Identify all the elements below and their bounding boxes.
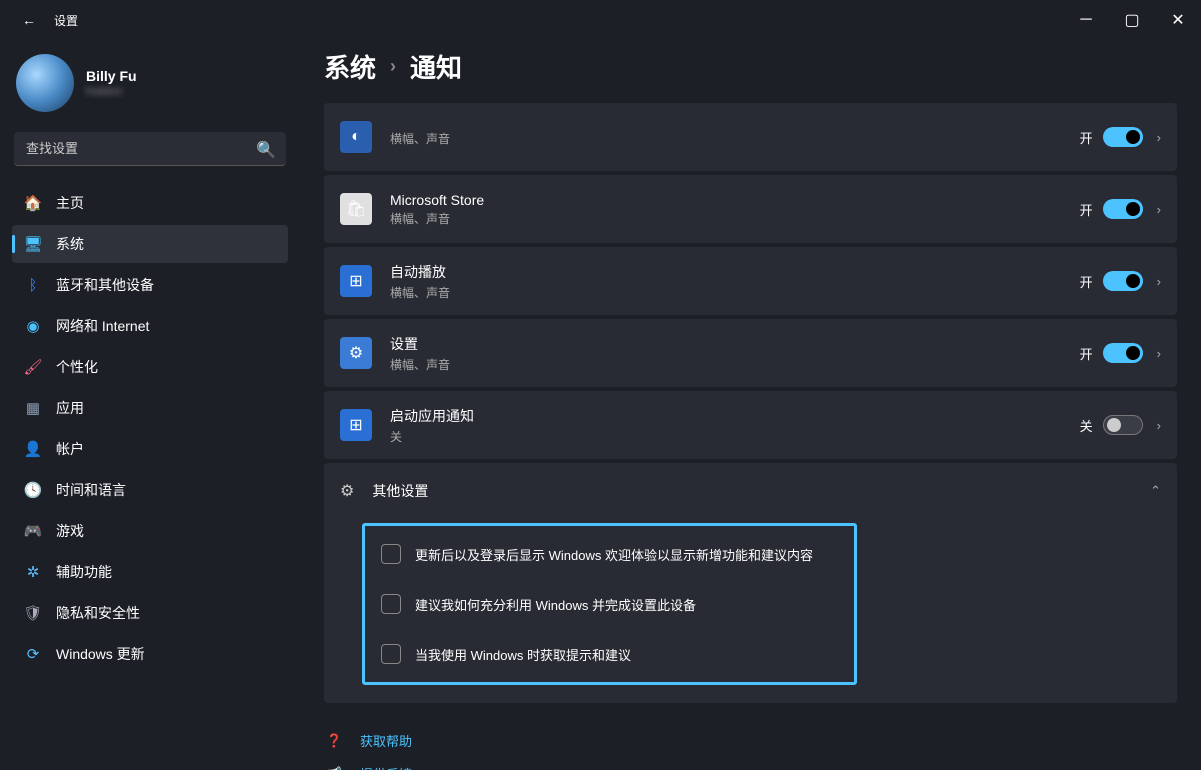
nav-label: 游戏 [56, 521, 84, 541]
app-row[interactable]: ◐ 横幅、声音 开 › [324, 103, 1177, 171]
app-row[interactable]: ⊞ 启动应用通知 关 关 › [324, 391, 1177, 459]
nav-icon: 🛡 [24, 604, 42, 622]
feedback-link[interactable]: 📢 提供反馈 [326, 764, 1177, 770]
checkbox[interactable] [381, 594, 401, 614]
chevron-right-icon[interactable]: › [1157, 274, 1161, 289]
nav-icon: 🏠 [24, 194, 42, 212]
nav-icon: ◉ [24, 317, 42, 335]
toggle-switch[interactable] [1103, 199, 1143, 219]
check-label: 更新后以及登录后显示 Windows 欢迎体验以显示新增功能和建议内容 [415, 545, 813, 564]
nav-icon: 🖥 [24, 235, 42, 253]
close-button[interactable]: ✕ [1155, 0, 1201, 40]
app-icon: ⚙ [340, 337, 372, 369]
sidebar-item-9[interactable]: ✲ 辅助功能 [12, 553, 288, 591]
sidebar-item-10[interactable]: 🛡 隐私和安全性 [12, 594, 288, 632]
sidebar-item-7[interactable]: 🕓 时间和语言 [12, 471, 288, 509]
check-label: 当我使用 Windows 时获取提示和建议 [415, 645, 631, 664]
check-label: 建议我如何充分利用 Windows 并完成设置此设备 [415, 595, 696, 614]
window-title: 设置 [54, 12, 78, 29]
app-title: Microsoft Store [390, 192, 1080, 208]
user-profile[interactable]: Billy Fu hidden [12, 48, 288, 128]
app-title: 启动应用通知 [390, 406, 1080, 426]
toggle-switch[interactable] [1103, 127, 1143, 147]
nav-icon: 👤 [24, 440, 42, 458]
chevron-right-icon[interactable]: › [1157, 346, 1161, 361]
help-icon: ❓ [326, 733, 346, 749]
app-title: 自动播放 [390, 262, 1080, 282]
maximize-button[interactable]: ▢ [1109, 0, 1155, 40]
sidebar-item-11[interactable]: ⟳ Windows 更新 [12, 635, 288, 673]
toggle-state: 关 [1080, 416, 1093, 435]
sidebar-item-6[interactable]: 👤 帐户 [12, 430, 288, 468]
nav-label: 个性化 [56, 357, 98, 377]
nav-label: 蓝牙和其他设备 [56, 275, 154, 295]
app-row[interactable]: ⊞ 自动播放 横幅、声音 开 › [324, 247, 1177, 315]
checkbox[interactable] [381, 644, 401, 664]
app-subtitle: 横幅、声音 [390, 356, 1080, 373]
breadcrumb-root[interactable]: 系统 [324, 48, 376, 85]
app-subtitle: 关 [390, 428, 1080, 445]
nav-label: 网络和 Internet [56, 316, 149, 336]
toggle-switch[interactable] [1103, 343, 1143, 363]
get-help-link[interactable]: ❓ 获取帮助 [326, 731, 1177, 750]
toggle-state: 开 [1080, 200, 1093, 219]
chevron-right-icon[interactable]: › [1157, 202, 1161, 217]
nav-icon: ▦ [24, 399, 42, 417]
toggle-state: 开 [1080, 128, 1093, 147]
feedback-icon: 📢 [326, 766, 346, 770]
app-subtitle: 横幅、声音 [390, 130, 1080, 147]
nav-icon: ⟳ [24, 645, 42, 663]
app-icon: 🛍 [340, 193, 372, 225]
chevron-right-icon[interactable]: › [1157, 418, 1161, 433]
nav-label: 系统 [56, 234, 84, 254]
chevron-up-icon: ⌃ [1150, 483, 1161, 499]
nav-label: Windows 更新 [56, 644, 145, 664]
chevron-right-icon: › [390, 56, 396, 77]
app-subtitle: 横幅、声音 [390, 210, 1080, 227]
toggle-state: 开 [1080, 272, 1093, 291]
back-button[interactable]: ← [14, 5, 44, 35]
checkbox[interactable] [381, 544, 401, 564]
nav-icon: 🕓 [24, 481, 42, 499]
nav-icon: 🎮 [24, 522, 42, 540]
minimize-button[interactable]: ─ [1063, 0, 1109, 40]
sidebar-item-1[interactable]: 🖥 系统 [12, 225, 288, 263]
nav-label: 时间和语言 [56, 480, 126, 500]
nav-label: 主页 [56, 193, 84, 213]
sidebar-item-0[interactable]: 🏠 主页 [12, 184, 288, 222]
sidebar-item-4[interactable]: 🖌 个性化 [12, 348, 288, 386]
app-subtitle: 横幅、声音 [390, 284, 1080, 301]
user-email: hidden [86, 84, 137, 98]
nav-label: 帐户 [56, 439, 84, 459]
nav-icon: ᛒ [24, 276, 42, 294]
sidebar-item-2[interactable]: ᛒ 蓝牙和其他设备 [12, 266, 288, 304]
sidebar-item-8[interactable]: 🎮 游戏 [12, 512, 288, 550]
sidebar-item-5[interactable]: ▦ 应用 [12, 389, 288, 427]
avatar [16, 54, 74, 112]
sidebar-item-3[interactable]: ◉ 网络和 Internet [12, 307, 288, 345]
toggle-switch[interactable] [1103, 271, 1143, 291]
chevron-right-icon[interactable]: › [1157, 130, 1161, 145]
nav-icon: 🖌 [24, 358, 42, 376]
other-settings-header[interactable]: ⚙ 其他设置 ⌃ [324, 463, 1177, 519]
app-icon: ⊞ [340, 409, 372, 441]
nav-label: 隐私和安全性 [56, 603, 140, 623]
app-title: 设置 [390, 334, 1080, 354]
app-icon: ⊞ [340, 265, 372, 297]
other-settings-title: 其他设置 [372, 481, 1150, 501]
nav-label: 应用 [56, 398, 84, 418]
toggle-switch[interactable] [1103, 415, 1143, 435]
app-icon: ◐ [340, 121, 372, 153]
app-row[interactable]: ⚙ 设置 横幅、声音 开 › [324, 319, 1177, 387]
toggle-state: 开 [1080, 344, 1093, 363]
app-row[interactable]: 🛍 Microsoft Store 横幅、声音 开 › [324, 175, 1177, 243]
gear-icon: ⚙ [340, 481, 354, 501]
user-name: Billy Fu [86, 68, 137, 84]
nav-label: 辅助功能 [56, 562, 112, 582]
search-input[interactable] [14, 132, 286, 166]
search-icon: 🔍 [256, 140, 276, 160]
breadcrumb-leaf: 通知 [410, 48, 462, 85]
nav-icon: ✲ [24, 563, 42, 581]
